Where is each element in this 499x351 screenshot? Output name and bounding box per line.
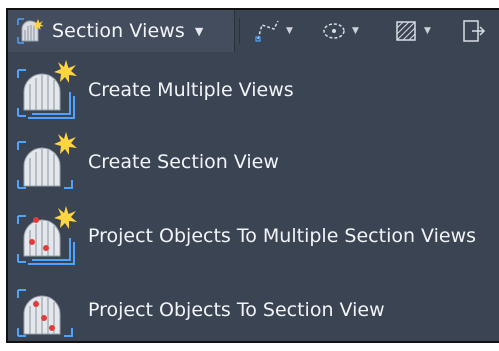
menu-item-label: Project Objects To Section View bbox=[88, 299, 385, 321]
chevron-down-icon: ▼ bbox=[286, 26, 293, 36]
menu-item-label: Project Objects To Multiple Section View… bbox=[88, 225, 477, 247]
project-objects-section-icon bbox=[17, 289, 73, 337]
chevron-down-icon: ▼ bbox=[194, 24, 204, 38]
menu-item-create-multiple-views[interactable]: Create Multiple Views bbox=[8, 54, 499, 126]
toolbar-separator bbox=[239, 18, 240, 44]
create-multiple-views-icon bbox=[17, 60, 77, 119]
hatch-tool-button[interactable]: ▼ bbox=[392, 10, 431, 52]
ellipse-dashed-icon bbox=[323, 23, 345, 39]
chevron-down-icon: ▼ bbox=[352, 26, 359, 36]
menu-item-label: Create Section View bbox=[88, 151, 279, 173]
chevron-down-icon: ▼ bbox=[424, 26, 431, 36]
project-objects-multiple-icon bbox=[17, 206, 77, 265]
ellipse-tool-button[interactable]: ▼ bbox=[320, 10, 359, 52]
menu-item-label: Create Multiple Views bbox=[88, 79, 294, 101]
menu-item-project-objects-multiple[interactable]: Project Objects To Multiple Section View… bbox=[8, 200, 499, 272]
polyline-icon bbox=[255, 20, 279, 42]
section-views-label: Section Views bbox=[52, 20, 185, 42]
menu-item-create-section-view[interactable]: Create Section View bbox=[8, 126, 499, 198]
section-views-dropdown-button[interactable]: Section Views ▼ bbox=[8, 10, 235, 52]
hatch-icon bbox=[396, 21, 416, 41]
export-icon bbox=[463, 20, 486, 42]
section-views-dropdown: Section Views ▼ ▼ ▼ ▼ Create Multiple Vi… bbox=[6, 8, 499, 343]
section-views-icon bbox=[17, 18, 44, 44]
create-section-view-icon bbox=[17, 132, 77, 189]
export-tool-button[interactable] bbox=[460, 10, 488, 52]
polyline-tool-button[interactable]: ▼ bbox=[254, 10, 293, 52]
toolbar: Section Views ▼ ▼ ▼ ▼ bbox=[8, 10, 499, 52]
menu-item-project-objects-section[interactable]: Project Objects To Section View bbox=[8, 274, 499, 341]
